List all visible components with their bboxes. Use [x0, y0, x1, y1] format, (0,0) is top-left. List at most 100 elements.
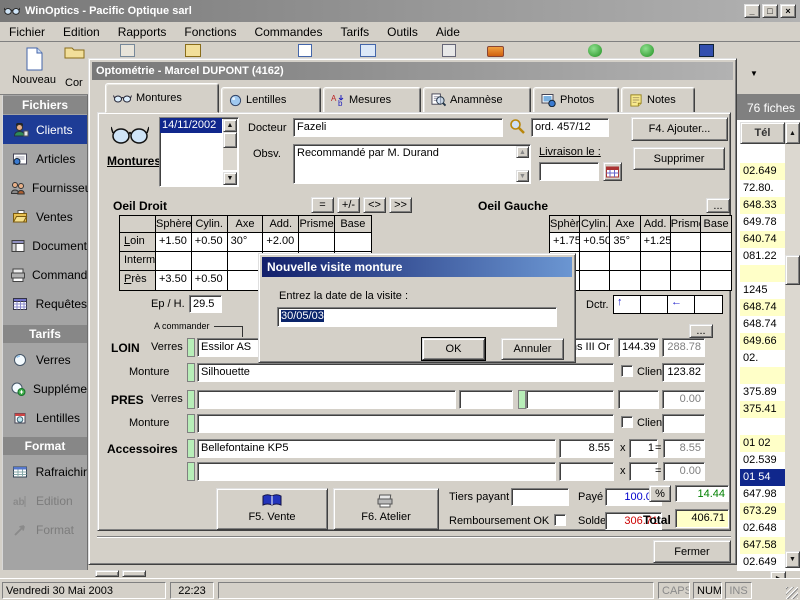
tel-value: 648.74	[743, 318, 777, 330]
tel-column-header[interactable]: Tél	[740, 122, 785, 144]
clients-icon	[10, 122, 30, 138]
table-row[interactable]: 673.29	[740, 503, 785, 520]
tab-anamnese[interactable]: Anamnèse	[423, 87, 531, 113]
scroll-up-icon[interactable]: ▲	[785, 122, 800, 144]
menu-item[interactable]: Rapports	[109, 22, 176, 42]
vertical-scrollbar-thumb[interactable]	[785, 255, 800, 285]
status-time: 22:23	[170, 582, 214, 599]
sidebar-header-tarifs: Tarifs	[3, 325, 87, 343]
table-row[interactable]	[740, 367, 785, 384]
sidebar-item-rafraichir[interactable]: Rafraichir	[3, 457, 87, 486]
sidebar-item-clients[interactable]: Clients	[3, 115, 87, 144]
toolbar-icon-fragment	[298, 44, 312, 57]
sidebar-item-fournisseurs[interactable]: Fournisseu	[3, 173, 87, 202]
toolbar-icon-fragment	[185, 44, 201, 57]
resize-grip[interactable]	[786, 587, 798, 599]
vertical-scrollbar-track[interactable]	[785, 144, 800, 551]
glasses-icon	[113, 92, 132, 104]
tab-notes[interactable]: Notes	[621, 87, 695, 113]
sidebar-item-supplements[interactable]: Suppléme	[3, 374, 87, 403]
table-row[interactable]: 648.33	[740, 197, 785, 214]
tab-label: Notes	[647, 94, 676, 106]
tab-label: Anamnèse	[450, 94, 503, 106]
sidebar-item-edition[interactable]: ab Edition	[3, 486, 87, 515]
folder-icon	[64, 45, 86, 59]
table-row[interactable]: 647.98	[740, 486, 785, 503]
sidebar-item-ventes[interactable]: Ventes	[3, 202, 87, 231]
sidebar-item-format[interactable]: Format	[3, 515, 87, 544]
tel-value: 02.649	[743, 165, 777, 177]
menu-item[interactable]: Fonctions	[175, 22, 245, 42]
sales-folder-icon	[10, 209, 30, 225]
table-row[interactable]	[740, 265, 785, 282]
tab-montures[interactable]: Montures	[105, 83, 219, 113]
tab-lentilles[interactable]: Lentilles	[221, 87, 321, 113]
menu-item[interactable]: Edition	[54, 22, 109, 42]
table-row[interactable]: 72.80.	[740, 180, 785, 197]
sidebar-item-verres[interactable]: Verres	[3, 345, 87, 374]
sidebar-item-commandes[interactable]: Command	[3, 260, 87, 289]
hscroll-fragment[interactable]	[95, 570, 119, 577]
tel-value: 640.74	[743, 233, 777, 245]
table-row[interactable]: 375.41	[740, 401, 785, 418]
tel-value: 647.98	[743, 488, 777, 500]
sidebar-item-label: Command	[32, 268, 87, 282]
selected-date-text: 30/05/03	[281, 310, 324, 322]
table-row[interactable]: 02.648	[740, 520, 785, 537]
fermer-button[interactable]: Fermer	[653, 540, 731, 563]
scroll-down-icon[interactable]: ▼	[785, 551, 800, 568]
menu-item[interactable]: Fichier	[0, 22, 54, 42]
sidebar-item-label: Fournisseu	[32, 181, 91, 195]
tab-label: Mesures	[349, 94, 391, 106]
sidebar-item-label: Document	[32, 239, 87, 253]
sidebar-item-documents[interactable]: Document	[3, 231, 87, 260]
visit-date-input[interactable]: 30/05/03	[277, 307, 557, 327]
table-row[interactable]: 02.	[740, 350, 785, 367]
annuler-button[interactable]: Annuler	[501, 338, 564, 360]
table-row[interactable]: 640.74	[740, 231, 785, 248]
ok-button[interactable]: OK	[422, 338, 485, 360]
toolbar-icon-fragment	[640, 44, 654, 57]
table-row[interactable]: 648.74	[740, 316, 785, 333]
table-row[interactable]: 01 54	[740, 469, 785, 486]
sidebar-item-requetes[interactable]: Requêtes	[3, 289, 87, 318]
toolbar-overflow-button[interactable]: ▼	[746, 64, 762, 82]
sidebar-item-lentilles[interactable]: Lentilles	[3, 403, 87, 432]
table-row[interactable]: 02.649	[740, 554, 785, 571]
menu-item[interactable]: Tarifs	[331, 22, 378, 42]
table-row[interactable]: 01 02	[740, 435, 785, 452]
menu-item[interactable]: Aide	[427, 22, 469, 42]
app-glasses-icon	[4, 5, 20, 17]
table-row[interactable]: 649.66	[740, 333, 785, 350]
table-row[interactable]: 647.58	[740, 537, 785, 554]
maximize-button[interactable]: □	[762, 4, 778, 18]
table-row[interactable]: 1245	[740, 282, 785, 299]
nouvelle-visite-title: Nouvelle visite monture	[267, 260, 402, 274]
new-button[interactable]: Nouveau	[6, 45, 62, 92]
menu-item[interactable]: Outils	[378, 22, 427, 42]
table-row[interactable]: 648.74	[740, 299, 785, 316]
table-row[interactable]: 02.649	[740, 163, 785, 180]
table-row[interactable]: 375.89	[740, 384, 785, 401]
sidebar-item-articles[interactable]: Articles	[3, 144, 87, 173]
minimize-button[interactable]: _	[744, 4, 760, 18]
status-bar: Vendredi 30 Mai 2003 22:23 CAPS NUM INS	[0, 578, 800, 600]
lens-plus-icon	[10, 381, 27, 397]
tab-mesures[interactable]: Ab Mesures	[323, 87, 421, 113]
tab-photos[interactable]: Photos	[533, 87, 619, 113]
table-row[interactable]: 02.539	[740, 452, 785, 469]
status-num: NUM	[693, 582, 722, 599]
table-row[interactable]: 649.78	[740, 214, 785, 231]
table-row[interactable]	[740, 418, 785, 435]
open-button[interactable]: Cor	[64, 45, 90, 92]
status-message-panel	[218, 582, 654, 599]
hscroll-fragment[interactable]	[122, 570, 146, 577]
tel-value: 648.74	[743, 301, 777, 313]
table-row[interactable]	[740, 146, 785, 163]
table-row[interactable]: 081.22	[740, 248, 785, 265]
window-titlebar: WinOptics - Pacific Optique sarl _ □ ×	[0, 0, 800, 22]
tel-value: 72.80.	[743, 182, 774, 194]
menu-item[interactable]: Commandes	[245, 22, 331, 42]
sidebar-item-label: Rafraichir	[36, 465, 87, 479]
close-button[interactable]: ×	[780, 4, 796, 18]
